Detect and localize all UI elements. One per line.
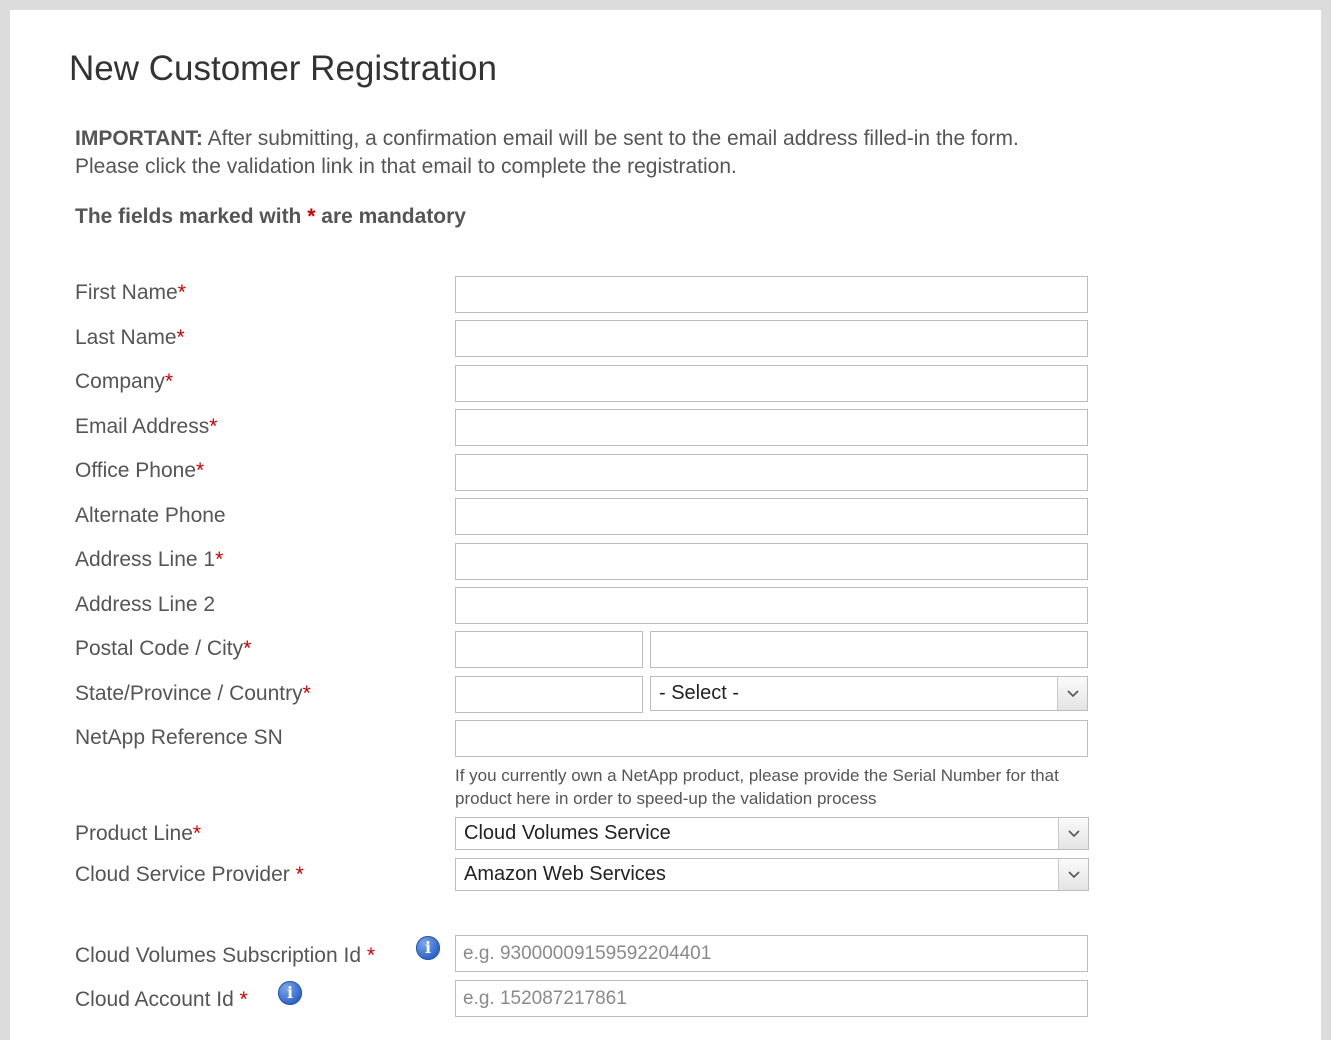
cloud-provider-value: Amazon Web Services: [464, 863, 666, 885]
address-line-1-label: Address Line 1*: [75, 548, 224, 571]
registration-panel: New Customer Registration IMPORTANT: Aft…: [10, 10, 1321, 1040]
notice-text: After submitting, a confirmation email w…: [75, 127, 1019, 178]
country-select-value: - Select -: [659, 682, 740, 704]
mandatory-suffix: are mandatory: [321, 205, 466, 228]
product-line-value: Cloud Volumes Service: [464, 822, 671, 844]
important-notice: IMPORTANT: After submitting, a confirmat…: [75, 125, 1085, 181]
cloud-provider-select[interactable]: Amazon Web Services: [455, 858, 1089, 891]
subscription-id-field[interactable]: [455, 935, 1088, 972]
city-field[interactable]: [650, 631, 1088, 668]
chevron-down-icon[interactable]: [1057, 677, 1087, 710]
mandatory-star: *: [307, 205, 316, 228]
email-label: Email Address*: [75, 415, 218, 438]
netapp-sn-label: NetApp Reference SN: [75, 726, 283, 749]
postal-code-field[interactable]: [455, 631, 643, 668]
postal-city-label: Postal Code / City*: [75, 637, 252, 660]
subscription-id-label: Cloud Volumes Subscription Id *: [75, 944, 376, 967]
country-select[interactable]: - Select -: [650, 676, 1088, 711]
last-name-label: Last Name*: [75, 326, 185, 349]
mandatory-note: The fields marked with * are mandatory: [75, 205, 466, 229]
company-field[interactable]: [455, 365, 1088, 402]
address-line-2-field[interactable]: [455, 587, 1088, 624]
office-phone-label: Office Phone*: [75, 459, 205, 482]
product-line-label: Product Line*: [75, 822, 202, 845]
cloud-account-id-label: Cloud Account Id *: [75, 988, 248, 1011]
info-icon[interactable]: i: [278, 981, 302, 1005]
page-title: New Customer Registration: [69, 49, 497, 88]
cloud-account-id-field[interactable]: [455, 980, 1088, 1017]
company-label: Company*: [75, 370, 174, 393]
notice-label: IMPORTANT:: [75, 127, 203, 150]
product-line-select[interactable]: Cloud Volumes Service: [455, 817, 1089, 850]
cloud-provider-label: Cloud Service Provider *: [75, 863, 304, 886]
first-name-label: First Name*: [75, 281, 186, 304]
info-icon[interactable]: i: [416, 936, 440, 960]
chevron-down-icon[interactable]: [1058, 859, 1088, 890]
state-country-label: State/Province / Country*: [75, 682, 311, 705]
address-line-2-label: Address Line 2: [75, 593, 216, 616]
state-province-field[interactable]: [455, 676, 643, 713]
address-line-1-field[interactable]: [455, 543, 1088, 580]
alternate-phone-label: Alternate Phone: [75, 504, 226, 527]
chevron-down-icon[interactable]: [1058, 818, 1088, 849]
netapp-sn-help: If you currently own a NetApp product, p…: [455, 766, 1059, 808]
netapp-sn-field[interactable]: [455, 720, 1088, 757]
first-name-field[interactable]: [455, 276, 1088, 313]
office-phone-field[interactable]: [455, 454, 1088, 491]
mandatory-prefix: The fields marked with: [75, 205, 302, 228]
alternate-phone-field[interactable]: [455, 498, 1088, 535]
email-field[interactable]: [455, 409, 1088, 446]
last-name-field[interactable]: [455, 320, 1088, 357]
